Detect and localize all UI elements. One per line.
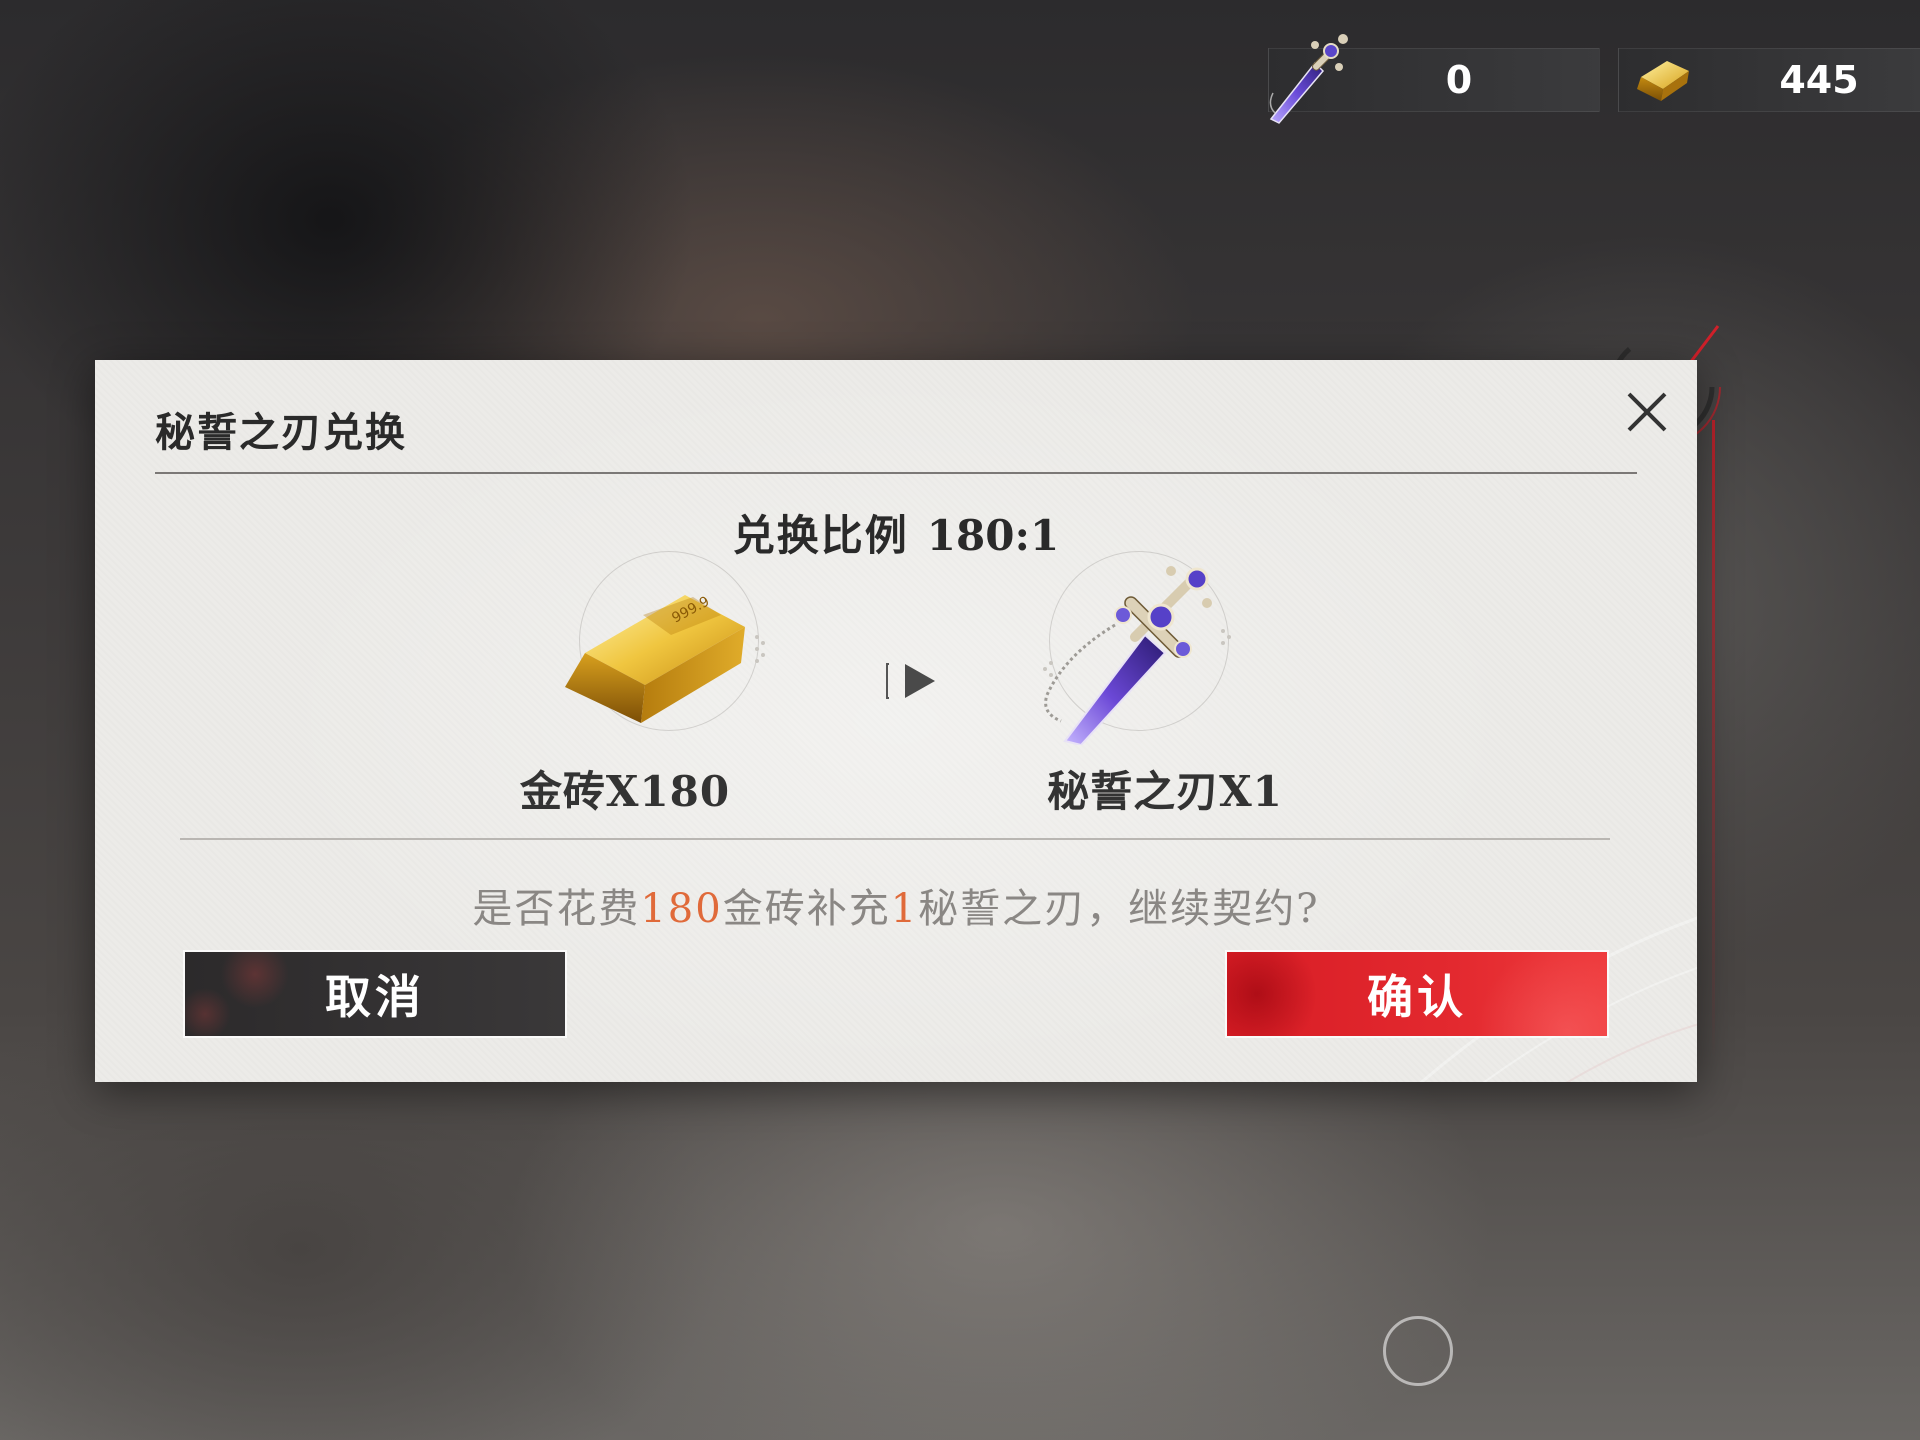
arrow-right-icon [886,663,935,699]
gold-currency-counter[interactable]: 445 [1618,48,1920,112]
home-button[interactable] [1383,1316,1453,1386]
prompt-cost-amount: 180 [640,886,723,932]
cost-item-label: 金砖X180 [519,767,731,816]
dialog-title: 秘誓之刃兑换 [155,409,407,456]
confirm-button-label: 确认 [1367,970,1467,1024]
confirm-prompt: 是否花费180金砖补充1秘誓之刃，继续契约? [95,876,1697,934]
cancel-button[interactable]: 取消 [185,952,565,1036]
blade-count: 0 [1445,58,1473,102]
prompt-text: 是否花费 [472,886,641,932]
prompt-text: 金砖补充 [722,886,891,932]
close-button[interactable] [1623,388,1671,436]
close-icon [1627,392,1667,432]
cancel-button-label: 取消 [325,970,425,1024]
prompt-text: 秘誓之刃，继续契约? [918,886,1320,932]
prompt-reward-amount: 1 [890,886,919,932]
exchange-dialog: 秘誓之刃兑换 兑换比例 180:1 999.9 金砖X180 秘誓之刃X1 是否… [95,360,1697,1082]
blade-icon [1043,566,1231,745]
blade-currency-counter[interactable]: 0 [1268,34,1600,124]
decorative-red-line [1712,420,1715,1060]
game-screen: 0 445 秘誓之刃兑换 兑换比例 180:1 999.9 金砖X180 秘誓之… [0,0,1920,1440]
blade-icon [1253,23,1363,133]
confirm-button[interactable]: 确认 [1227,952,1607,1036]
gold-bar-icon [1627,49,1697,111]
reward-item-label: 秘誓之刃X1 [1047,767,1283,816]
title-divider [155,472,1637,474]
exchange-ratio: 兑换比例 180:1 [95,502,1697,563]
content-divider [180,838,1610,840]
gold-count: 445 [1779,58,1859,102]
gold-bar-icon: 999.9 [565,594,765,723]
